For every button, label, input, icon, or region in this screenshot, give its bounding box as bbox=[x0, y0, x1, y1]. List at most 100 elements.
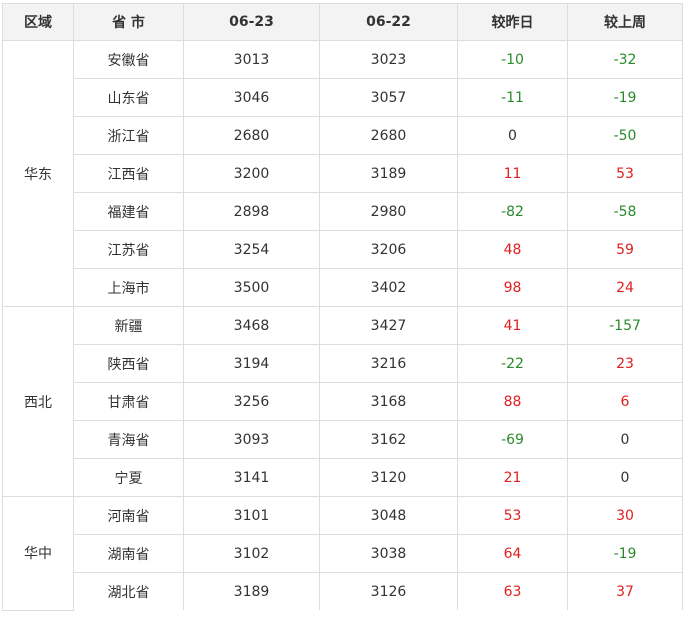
table-row: 湖北省 3189 3126 63 37 bbox=[3, 572, 683, 610]
table-row: 江苏省 3254 3206 48 59 bbox=[3, 230, 683, 269]
change-vs-lastweek-cell: 53 bbox=[567, 154, 683, 193]
table-row: 上海市 3500 3402 98 24 bbox=[3, 268, 683, 307]
province-cell: 青海省 bbox=[73, 420, 184, 459]
region-cell: 华中 bbox=[2, 496, 74, 611]
province-cell: 浙江省 bbox=[73, 116, 184, 155]
province-cell: 上海市 bbox=[73, 268, 184, 307]
header-vs-yesterday: 较昨日 bbox=[457, 3, 568, 41]
table-row: 西北 新疆 3468 3427 41 -157 bbox=[2, 306, 683, 497]
province-cell: 山东省 bbox=[73, 78, 184, 117]
price-0623-cell: 3189 bbox=[183, 572, 320, 610]
price-0623-cell: 3468 bbox=[183, 306, 320, 345]
change-vs-yesterday-cell: -22 bbox=[457, 344, 568, 383]
province-cell: 陕西省 bbox=[73, 344, 184, 383]
price-0623-cell: 3256 bbox=[183, 382, 320, 421]
price-0623-cell: 3500 bbox=[183, 268, 320, 307]
province-cell: 江苏省 bbox=[73, 230, 184, 269]
header-date-0622: 06-22 bbox=[319, 3, 458, 41]
change-vs-yesterday-cell: -82 bbox=[457, 192, 568, 231]
price-0623-cell: 3141 bbox=[183, 458, 320, 497]
region-cell: 华东 bbox=[2, 40, 74, 307]
price-0622-cell: 3057 bbox=[319, 78, 458, 117]
table-row: 华东 安徽省 3013 3023 -10 -32 bbox=[2, 40, 683, 307]
table-row: 山东省 3046 3057 -11 -19 bbox=[3, 78, 683, 117]
change-vs-yesterday-cell: 41 bbox=[457, 306, 568, 345]
change-vs-lastweek-cell: 37 bbox=[567, 572, 683, 610]
table-row: 华中 河南省 3101 3048 53 30 bbox=[2, 496, 683, 611]
province-cell: 安徽省 bbox=[73, 40, 184, 79]
price-0623-cell: 3102 bbox=[183, 534, 320, 573]
price-0623-cell: 3093 bbox=[183, 420, 320, 459]
table-row: 陕西省 3194 3216 -22 23 bbox=[3, 344, 683, 383]
province-cell: 江西省 bbox=[73, 154, 184, 193]
price-0622-cell: 3168 bbox=[319, 382, 458, 421]
change-vs-lastweek-cell: -19 bbox=[567, 534, 683, 573]
price-0622-cell: 3206 bbox=[319, 230, 458, 269]
change-vs-yesterday-cell: -11 bbox=[457, 78, 568, 117]
change-vs-lastweek-cell: 0 bbox=[567, 420, 683, 459]
price-0622-cell: 3038 bbox=[319, 534, 458, 573]
price-0623-cell: 3254 bbox=[183, 230, 320, 269]
table-row: 宁夏 3141 3120 21 0 bbox=[3, 458, 683, 497]
price-0622-cell: 3023 bbox=[319, 40, 458, 79]
province-cell: 宁夏 bbox=[73, 458, 184, 497]
price-0623-cell: 3194 bbox=[183, 344, 320, 383]
table-header: 区域 省 市 06-23 06-22 较昨日 较上周 bbox=[2, 3, 683, 41]
change-vs-lastweek-cell: -58 bbox=[567, 192, 683, 231]
change-vs-yesterday-cell: 63 bbox=[457, 572, 568, 610]
table-body: 华东 安徽省 3013 3023 -10 -32 山东省 3046 3057 -11 -19 浙江省 2… bbox=[2, 40, 683, 611]
change-vs-lastweek-cell: 6 bbox=[567, 382, 683, 421]
change-vs-lastweek-cell: -50 bbox=[567, 116, 683, 155]
province-cell: 河南省 bbox=[73, 496, 184, 535]
price-0623-cell: 3046 bbox=[183, 78, 320, 117]
price-0622-cell: 2680 bbox=[319, 116, 458, 155]
change-vs-yesterday-cell: 11 bbox=[457, 154, 568, 193]
province-cell: 湖南省 bbox=[73, 534, 184, 573]
price-0623-cell: 2680 bbox=[183, 116, 320, 155]
province-cell: 甘肃省 bbox=[73, 382, 184, 421]
table-row: 湖南省 3102 3038 64 -19 bbox=[3, 534, 683, 573]
price-0622-cell: 3189 bbox=[319, 154, 458, 193]
price-0622-cell: 3126 bbox=[319, 572, 458, 610]
price-0623-cell: 3101 bbox=[183, 496, 320, 535]
table-row: 甘肃省 3256 3168 88 6 bbox=[3, 382, 683, 421]
change-vs-lastweek-cell: -19 bbox=[567, 78, 683, 117]
change-vs-yesterday-cell: 48 bbox=[457, 230, 568, 269]
price-0623-cell: 3200 bbox=[183, 154, 320, 193]
change-vs-yesterday-cell: 98 bbox=[457, 268, 568, 307]
change-vs-yesterday-cell: -69 bbox=[457, 420, 568, 459]
change-vs-yesterday-cell: 88 bbox=[457, 382, 568, 421]
price-0622-cell: 3216 bbox=[319, 344, 458, 383]
header-date-0623: 06-23 bbox=[183, 3, 320, 41]
price-0622-cell: 3120 bbox=[319, 458, 458, 497]
change-vs-yesterday-cell: 21 bbox=[457, 458, 568, 497]
change-vs-yesterday-cell: 64 bbox=[457, 534, 568, 573]
province-cell: 新疆 bbox=[73, 306, 184, 345]
change-vs-lastweek-cell: 0 bbox=[567, 458, 683, 497]
change-vs-lastweek-cell: -157 bbox=[567, 306, 683, 345]
table-row: 福建省 2898 2980 -82 -58 bbox=[3, 192, 683, 231]
change-vs-lastweek-cell: 24 bbox=[567, 268, 683, 307]
table-row: 江西省 3200 3189 11 53 bbox=[3, 154, 683, 193]
table-row: 青海省 3093 3162 -69 0 bbox=[3, 420, 683, 459]
header-vs-lastweek: 较上周 bbox=[567, 3, 683, 41]
region-cell: 西北 bbox=[2, 306, 74, 497]
header-province: 省 市 bbox=[73, 3, 184, 41]
price-0622-cell: 3402 bbox=[319, 268, 458, 307]
price-0622-cell: 3427 bbox=[319, 306, 458, 345]
price-0622-cell: 3162 bbox=[319, 420, 458, 459]
price-0622-cell: 2980 bbox=[319, 192, 458, 231]
change-vs-yesterday-cell: 0 bbox=[457, 116, 568, 155]
province-cell: 湖北省 bbox=[73, 572, 184, 610]
price-table: 区域 省 市 06-23 06-22 较昨日 较上周 华东 安徽省 3013 3023… bbox=[2, 3, 683, 611]
change-vs-lastweek-cell: 59 bbox=[567, 230, 683, 269]
table-row: 浙江省 2680 2680 0 -50 bbox=[3, 116, 683, 155]
change-vs-lastweek-cell: -32 bbox=[567, 40, 683, 79]
price-0622-cell: 3048 bbox=[319, 496, 458, 535]
price-0623-cell: 3013 bbox=[183, 40, 320, 79]
header-row: 区域 省 市 06-23 06-22 较昨日 较上周 bbox=[2, 3, 683, 41]
change-vs-yesterday-cell: -10 bbox=[457, 40, 568, 79]
price-0623-cell: 2898 bbox=[183, 192, 320, 231]
header-region: 区域 bbox=[2, 3, 74, 41]
change-vs-yesterday-cell: 53 bbox=[457, 496, 568, 535]
